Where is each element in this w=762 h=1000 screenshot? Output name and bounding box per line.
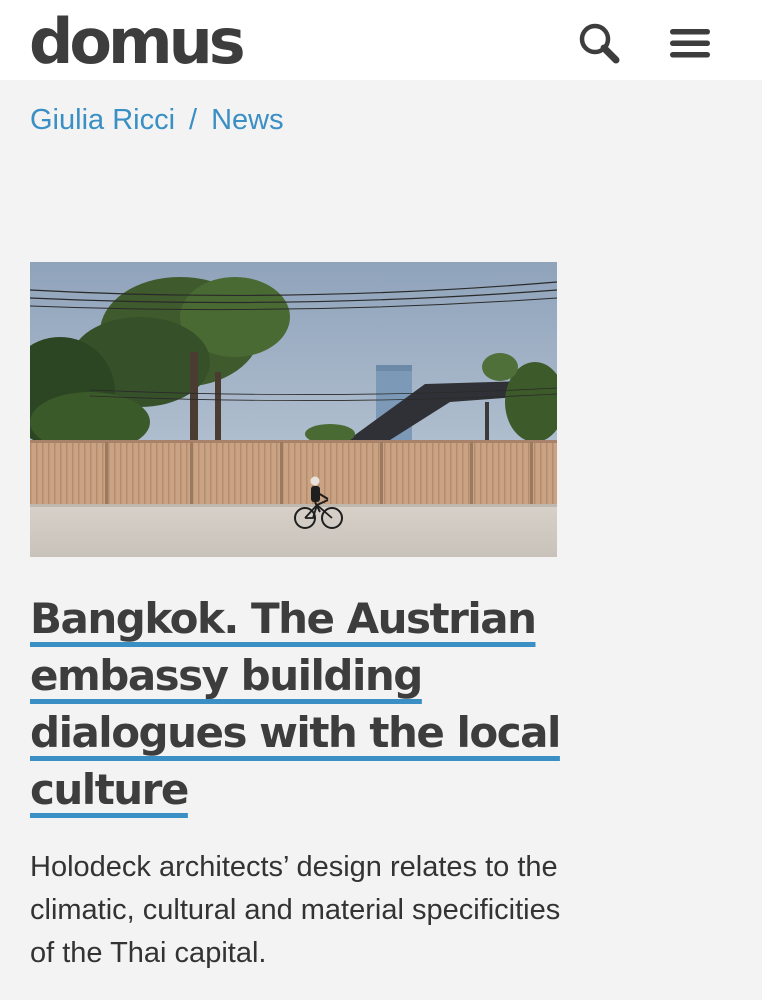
article-hero-image[interactable]: [30, 262, 557, 557]
breadcrumb-separator: /: [189, 104, 198, 136]
site-logo[interactable]: domus: [29, 2, 246, 82]
hero-photo-illustration: [30, 262, 557, 557]
site-header: domus: [0, 0, 762, 80]
menu-button[interactable]: [667, 20, 713, 66]
article-subtitle: Holodeck architects’ design relates to t…: [30, 851, 561, 969]
article-headline: Bangkok. The Austrian embassy building d…: [30, 590, 590, 818]
breadcrumb: Giulia Ricci / News: [30, 100, 284, 140]
hamburger-menu-icon: [670, 29, 710, 58]
search-icon: [579, 23, 620, 64]
article-headline-link[interactable]: Bangkok. The Austrian embassy building d…: [30, 594, 561, 814]
search-button[interactable]: [576, 20, 622, 66]
breadcrumb-author-link[interactable]: Giulia Ricci: [30, 104, 175, 136]
breadcrumb-section-link[interactable]: News: [211, 104, 284, 136]
